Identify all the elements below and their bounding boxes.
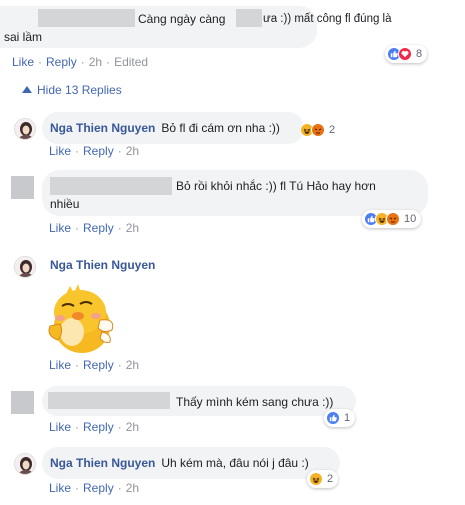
reply-link[interactable]: Reply — [83, 221, 114, 235]
angry-reaction-icon — [311, 123, 325, 137]
collapse-arrow-icon — [22, 83, 32, 97]
reply-message-line1: Bỏ rồi khỏi nhắc :)) fl Tú Hảo hay hơn — [176, 179, 376, 193]
timestamp[interactable]: 2h — [126, 144, 139, 158]
reaction-summary[interactable]: 1 — [324, 409, 356, 427]
author-name[interactable]: Nga Thien Nguyen — [50, 121, 155, 135]
comment-text-line2: sai lầm — [4, 30, 43, 44]
avatar[interactable] — [14, 453, 36, 475]
reaction-count: 1 — [344, 412, 351, 424]
avatar[interactable] — [11, 391, 34, 414]
author-name[interactable]: Nga Thien Nguyen — [50, 456, 155, 470]
reply-link[interactable]: Reply — [83, 144, 114, 158]
hide-replies-label: Hide 13 Replies — [37, 83, 122, 97]
reaction-summary[interactable]: 10 — [362, 210, 422, 228]
love-reaction-icon — [398, 47, 412, 61]
avatar[interactable] — [14, 118, 36, 140]
timestamp[interactable]: 2h — [126, 358, 139, 372]
redacted-name — [38, 9, 135, 27]
reply-message: Bỏ fl đi cám ơn nha :)) — [161, 121, 280, 135]
reply-actions: Like · Reply · 2h — [49, 481, 140, 495]
reply-text: Nga Thien Nguyen Uh kém mà, đâu nói j đâu… — [50, 455, 309, 471]
reply-actions: Like · Reply · 2h — [49, 358, 140, 372]
like-link[interactable]: Like — [49, 144, 71, 158]
redacted-name — [48, 392, 170, 409]
avatar[interactable] — [14, 256, 36, 278]
chick-sticker — [44, 282, 116, 356]
reply-link[interactable]: Reply — [83, 420, 114, 434]
comment-text-part1: Càng ngày càng — [138, 12, 226, 26]
like-link[interactable]: Like — [49, 481, 71, 495]
timestamp[interactable]: 2h — [126, 221, 139, 235]
reply-message-line2: nhiều — [50, 197, 80, 211]
reaction-summary[interactable]: 2 — [307, 470, 339, 488]
like-link[interactable]: Like — [49, 221, 71, 235]
author-name[interactable]: Nga Thien Nguyen — [50, 257, 155, 273]
reply-text: Nga Thien Nguyen Bỏ fl đi cám ơn nha :)) — [50, 120, 280, 136]
angry-reaction-icon — [386, 212, 400, 226]
like-link[interactable]: Like — [49, 358, 71, 372]
reaction-count: 2 — [329, 124, 336, 136]
comment-actions: Like · Reply · 2h · Edited — [12, 55, 149, 69]
hide-replies-link[interactable]: Hide 13 Replies — [22, 83, 122, 97]
comment-text-part2: ưa :)) mất công fl đúng là — [263, 13, 392, 25]
edited-label[interactable]: Edited — [114, 55, 148, 69]
reply-actions: Like · Reply · 2h — [49, 221, 140, 235]
reaction-summary[interactable]: 8 — [385, 45, 428, 63]
like-link[interactable]: Like — [49, 420, 71, 434]
reaction-count: 8 — [416, 48, 423, 60]
redacted-name — [50, 177, 172, 195]
reply-link[interactable]: Reply — [83, 358, 114, 372]
like-reaction-icon — [326, 411, 340, 425]
timestamp[interactable]: 2h — [126, 420, 139, 434]
reply-link[interactable]: Reply — [83, 481, 114, 495]
reply-actions: Like · Reply · 2h — [49, 144, 140, 158]
reply-message: Uh kém mà, đâu nói j đâu :) — [161, 456, 309, 470]
haha-reaction-icon — [309, 472, 323, 486]
reply-link[interactable]: Reply — [46, 55, 77, 69]
reaction-count: 2 — [327, 473, 334, 485]
reply-message: Thấy mình kém sang chưa :)) — [176, 395, 334, 409]
redacted-word — [236, 9, 262, 27]
reaction-summary[interactable]: 2 — [298, 121, 340, 139]
avatar[interactable] — [11, 176, 34, 199]
timestamp[interactable]: 2h — [126, 481, 139, 495]
reply-actions: Like · Reply · 2h — [49, 420, 140, 434]
like-link[interactable]: Like — [12, 55, 34, 69]
timestamp[interactable]: 2h — [89, 55, 102, 69]
reaction-count: 10 — [404, 213, 417, 225]
